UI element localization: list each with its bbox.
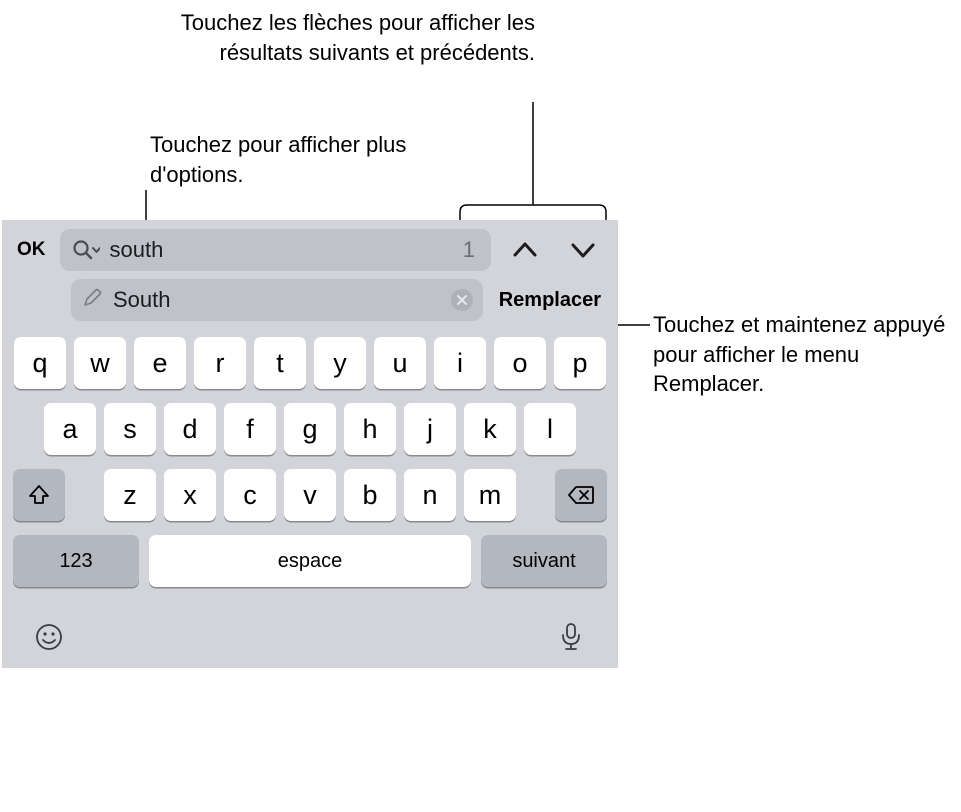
device-panel: OK south 1: [2, 220, 618, 668]
key-h[interactable]: h: [344, 403, 396, 455]
find-replace-bar: OK south 1: [3, 221, 617, 329]
replace-field-container[interactable]: South: [71, 279, 483, 321]
key-i[interactable]: i: [434, 337, 486, 389]
key-p[interactable]: p: [554, 337, 606, 389]
key-z[interactable]: z: [104, 469, 156, 521]
key-b[interactable]: b: [344, 469, 396, 521]
search-options-icon[interactable]: [72, 239, 100, 261]
key-t[interactable]: t: [254, 337, 306, 389]
key-r[interactable]: r: [194, 337, 246, 389]
key-e[interactable]: e: [134, 337, 186, 389]
delete-key[interactable]: [555, 469, 607, 521]
callout-arrows-text: Touchez les flèches pour afficher les ré…: [180, 8, 535, 67]
search-field-container[interactable]: south 1: [60, 229, 492, 271]
replace-input[interactable]: South: [103, 287, 451, 313]
key-w[interactable]: w: [74, 337, 126, 389]
key-v[interactable]: v: [284, 469, 336, 521]
key-m[interactable]: m: [464, 469, 516, 521]
replace-button[interactable]: Remplacer: [493, 289, 607, 312]
emoji-icon[interactable]: [33, 621, 65, 653]
callout-options-text: Touchez pour afficher plus d'options.: [150, 130, 450, 189]
previous-result-button[interactable]: [501, 229, 549, 271]
key-j[interactable]: j: [404, 403, 456, 455]
key-q[interactable]: q: [14, 337, 66, 389]
key-g[interactable]: g: [284, 403, 336, 455]
keyboard-toolbar: [3, 611, 617, 667]
key-l[interactable]: l: [524, 403, 576, 455]
next-result-button[interactable]: [559, 229, 607, 271]
numbers-key[interactable]: 123: [13, 535, 139, 587]
callout-replace-text: Touchez et maintenez appuyé pour affiche…: [653, 310, 953, 399]
dictation-icon[interactable]: [555, 621, 587, 653]
key-y[interactable]: y: [314, 337, 366, 389]
match-count: 1: [463, 237, 479, 263]
key-d[interactable]: d: [164, 403, 216, 455]
keyboard: qwertyuiop asdfghjkl zxcvbnm 123 espace …: [3, 329, 617, 611]
key-o[interactable]: o: [494, 337, 546, 389]
key-a[interactable]: a: [44, 403, 96, 455]
key-f[interactable]: f: [224, 403, 276, 455]
key-s[interactable]: s: [104, 403, 156, 455]
pencil-icon: [81, 287, 103, 314]
key-k[interactable]: k: [464, 403, 516, 455]
key-c[interactable]: c: [224, 469, 276, 521]
ok-button[interactable]: OK: [13, 235, 50, 265]
key-x[interactable]: x: [164, 469, 216, 521]
search-input[interactable]: south: [100, 237, 463, 263]
shift-key[interactable]: [13, 469, 65, 521]
key-n[interactable]: n: [404, 469, 456, 521]
next-key[interactable]: suivant: [481, 535, 607, 587]
key-u[interactable]: u: [374, 337, 426, 389]
clear-replace-icon[interactable]: [451, 289, 473, 311]
space-key[interactable]: espace: [149, 535, 471, 587]
